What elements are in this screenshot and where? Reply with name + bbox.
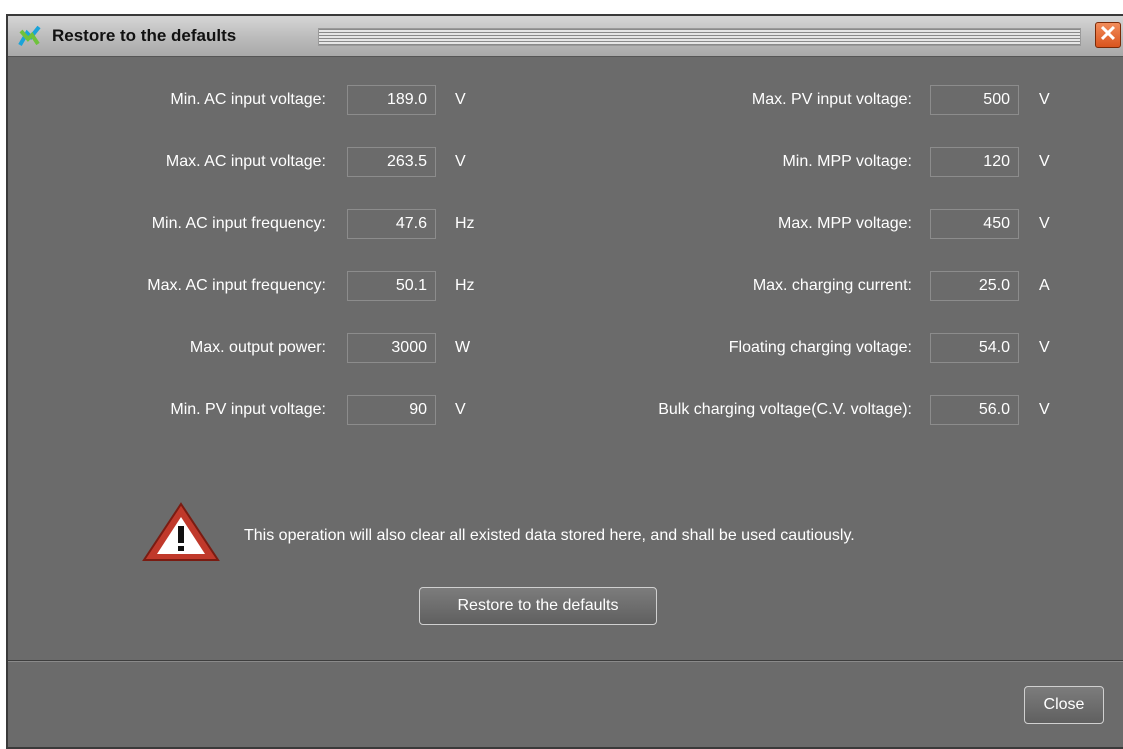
- max-pv-voltage-field[interactable]: 500: [930, 85, 1019, 115]
- close-icon[interactable]: ✕: [1095, 22, 1121, 48]
- field-row-max-output-power: Max. output power: 3000 W: [8, 333, 488, 363]
- unit-label: V: [455, 153, 466, 170]
- unit-label: V: [1039, 153, 1050, 170]
- max-ac-voltage-field[interactable]: 263.5: [347, 147, 436, 177]
- unit-label: V: [455, 91, 466, 108]
- restore-defaults-button[interactable]: Restore to the defaults: [419, 587, 657, 625]
- title-grip: [318, 28, 1081, 46]
- unit-label: W: [455, 339, 471, 356]
- field-label: Min. PV input voltage:: [170, 401, 326, 418]
- field-label: Max. AC input frequency:: [147, 277, 326, 294]
- field-row-max-mpp-voltage: Max. MPP voltage: 450 V: [488, 209, 1088, 239]
- field-row-max-charging-current: Max. charging current: 25.0 A: [488, 271, 1088, 301]
- footer-divider: [8, 660, 1123, 662]
- bulk-charging-voltage-field[interactable]: 56.0: [930, 395, 1019, 425]
- field-row-min-mpp-voltage: Min. MPP voltage: 120 V: [488, 147, 1088, 177]
- unit-label: V: [1039, 401, 1050, 418]
- field-label: Min. MPP voltage:: [782, 153, 912, 170]
- field-row-min-pv-voltage: Min. PV input voltage: 90 V: [8, 395, 488, 425]
- field-row-bulk-charging-voltage: Bulk charging voltage(C.V. voltage): 56.…: [488, 395, 1088, 425]
- max-charging-current-field[interactable]: 25.0: [930, 271, 1019, 301]
- min-mpp-voltage-field[interactable]: 120: [930, 147, 1019, 177]
- unit-label: A: [1039, 277, 1050, 294]
- field-label: Max. output power:: [189, 339, 326, 356]
- field-label: Floating charging voltage:: [728, 339, 912, 356]
- field-row-max-ac-frequency: Max. AC input frequency: 50.1 Hz: [8, 271, 488, 301]
- field-label: Min. AC input voltage:: [170, 91, 326, 108]
- field-row-max-ac-voltage: Max. AC input voltage: 263.5 V: [8, 147, 488, 177]
- field-label: Max. MPP voltage:: [778, 215, 912, 232]
- min-pv-voltage-field[interactable]: 90: [347, 395, 436, 425]
- field-label: Bulk charging voltage(C.V. voltage):: [658, 401, 912, 418]
- warning-message: This operation will also clear all exist…: [244, 527, 855, 544]
- field-label: Max. charging current:: [752, 277, 912, 294]
- background-strip: [0, 0, 1123, 14]
- title-bar[interactable]: Restore to the defaults ✕: [8, 16, 1123, 57]
- unit-label: Hz: [455, 215, 475, 232]
- field-label: Max. AC input voltage:: [165, 153, 326, 170]
- field-row-min-ac-frequency: Min. AC input frequency: 47.6 Hz: [8, 209, 488, 239]
- field-row-floating-charging-voltage: Floating charging voltage: 54.0 V: [488, 333, 1088, 363]
- max-mpp-voltage-field[interactable]: 450: [930, 209, 1019, 239]
- floating-charging-voltage-field[interactable]: 54.0: [930, 333, 1019, 363]
- unit-label: Hz: [455, 277, 475, 294]
- max-output-power-field[interactable]: 3000: [347, 333, 436, 363]
- unit-label: V: [455, 401, 466, 418]
- field-row-max-pv-voltage: Max. PV input voltage: 500 V: [488, 85, 1088, 115]
- unit-label: V: [1039, 91, 1050, 108]
- unit-label: V: [1039, 215, 1050, 232]
- field-row-min-ac-voltage: Min. AC input voltage: 189.0 V: [8, 85, 488, 115]
- restore-defaults-dialog: Restore to the defaults ✕ Min. AC input …: [6, 14, 1123, 749]
- unit-label: V: [1039, 339, 1050, 356]
- field-label: Max. PV input voltage:: [751, 91, 912, 108]
- dialog-title: Restore to the defaults: [52, 26, 237, 45]
- min-ac-frequency-field[interactable]: 47.6: [347, 209, 436, 239]
- warning-triangle-icon: [142, 502, 220, 561]
- app-logo-icon: [18, 25, 41, 47]
- field-label: Min. AC input frequency:: [151, 215, 326, 232]
- max-ac-frequency-field[interactable]: 50.1: [347, 271, 436, 301]
- min-ac-voltage-field[interactable]: 189.0: [347, 85, 436, 115]
- close-button[interactable]: Close: [1024, 686, 1104, 724]
